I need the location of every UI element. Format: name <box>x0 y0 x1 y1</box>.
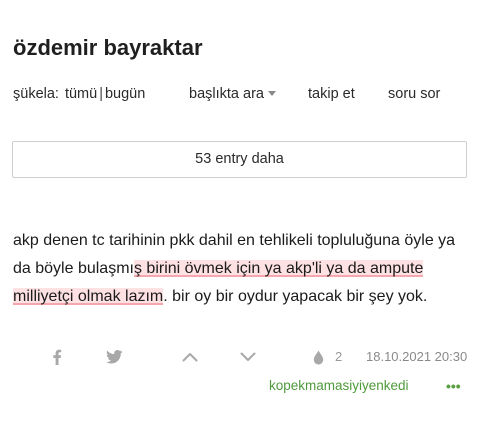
author-link[interactable]: kopekmamasiyiyenkedi <box>269 377 409 395</box>
caret-down-icon <box>267 90 276 96</box>
entry-footer: 2 18.10.2021 20:30 <box>0 346 480 368</box>
filter-today-link[interactable]: bugün <box>105 86 145 102</box>
favorite-count[interactable]: 2 <box>335 349 342 365</box>
topic-nav: şükela: tümü | bugün başlıkta ara takip et … <box>0 84 480 104</box>
entry-text: akp denen tc tarihinin pkk dahil en tehl… <box>13 227 469 311</box>
search-in-topic-label: başlıkta ara <box>189 86 264 102</box>
chevron-up-icon[interactable] <box>181 348 199 366</box>
ask-question-link[interactable]: soru sor <box>388 84 440 104</box>
twitter-icon[interactable] <box>105 348 123 366</box>
follow-link[interactable]: takip et <box>308 84 355 104</box>
topic-title[interactable]: özdemir bayraktar <box>13 34 203 62</box>
drop-icon[interactable] <box>309 348 327 366</box>
filter-all-link[interactable]: tümü <box>65 86 97 102</box>
chevron-down-icon[interactable] <box>239 348 257 366</box>
entry-date[interactable]: 18.10.2021 20:30 <box>366 349 467 365</box>
more-options-icon[interactable]: ••• <box>446 379 461 393</box>
sukela-filter: şükela: tümü | bugün <box>13 84 145 104</box>
facebook-icon[interactable] <box>48 348 66 366</box>
search-in-topic-dropdown[interactable]: başlıkta ara <box>189 84 276 104</box>
entry-content: akp denen tc tarihinin pkk dahil en tehl… <box>13 227 469 311</box>
sukela-label: şükela: <box>13 86 59 102</box>
show-more-entries-button[interactable]: 53 entry daha <box>12 141 467 178</box>
filter-separator: | <box>99 86 103 102</box>
entry-author-row: kopekmamasiyiyenkedi ••• <box>0 376 480 396</box>
entry-text-part2: . bir oy bir oydur yapacak bir şey yok. <box>163 288 428 305</box>
